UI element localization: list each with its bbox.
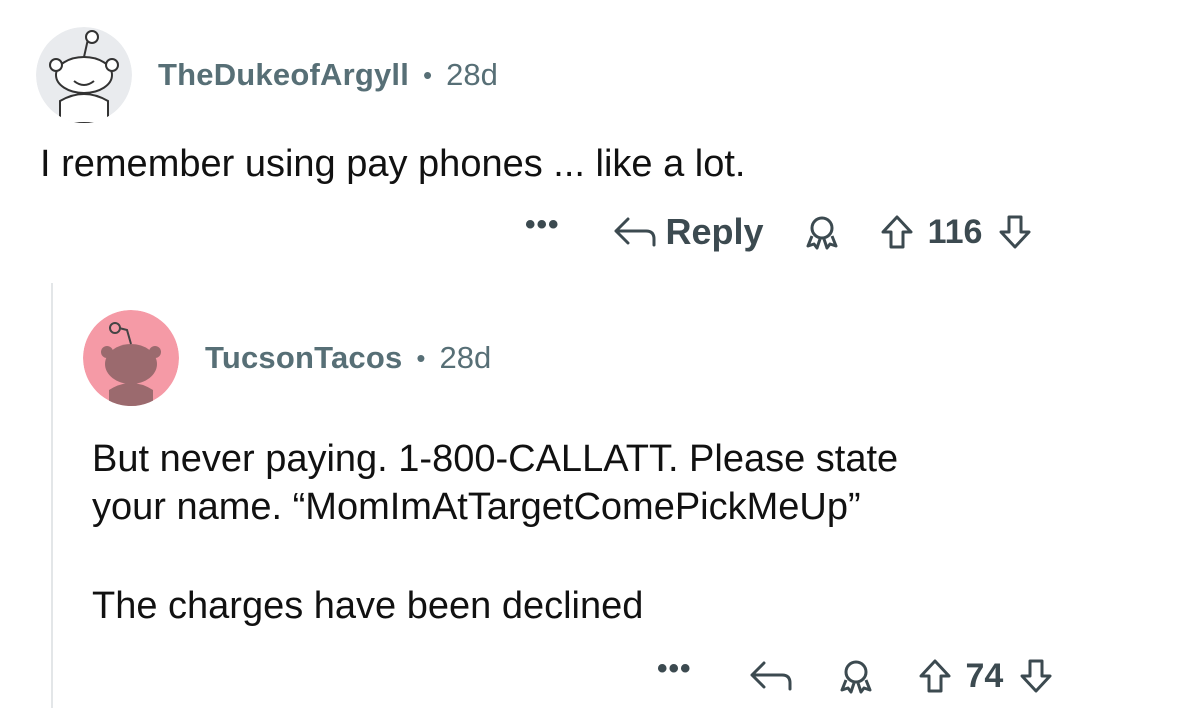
comment-1-actions: ••• Reply 116 [525,208,1032,256]
comment-1-header: TheDukeofArgyll • 28d [36,27,498,123]
award-button[interactable] [838,658,874,694]
reply-button[interactable] [748,659,794,693]
comment-2-actions: ••• 74 [657,652,1053,700]
award-icon [806,216,838,250]
comment-age: 28d [439,340,492,375]
reply-label: Reply [665,211,764,252]
reply-button[interactable]: Reply [612,211,764,253]
username[interactable]: TheDukeofArgyll [158,57,409,93]
snoo-avatar-icon [83,310,179,406]
comment-2-line-1: But never paying. 1-800-CALLATT. Please … [92,438,899,480]
upvote-button[interactable] [880,214,914,250]
downvote-arrow-icon [1020,659,1052,693]
more-options-button[interactable]: ••• [525,210,560,240]
downvote-arrow-icon [999,215,1031,249]
award-button[interactable] [804,214,840,250]
award-icon [840,660,872,694]
more-options-button[interactable]: ••• [657,654,692,684]
upvote-arrow-icon [881,215,913,249]
comment-2-line-2: your name. “MomImAtTargetComePickMeUp” [92,486,861,528]
downvote-button[interactable] [998,214,1032,250]
vote-score: 116 [927,212,983,251]
downvote-button[interactable] [1019,658,1053,694]
reply-arrow-icon [614,217,656,247]
avatar[interactable] [36,27,132,123]
upvote-button[interactable] [918,658,952,694]
separator-dot: • [423,59,433,90]
username[interactable]: TucsonTacos [205,340,402,376]
comment-age: 28d [446,57,498,92]
separator-dot: • [416,342,426,373]
upvote-arrow-icon [919,659,951,693]
snoo-avatar-icon [36,27,132,123]
vote-score: 74 [965,656,1004,695]
comment-1-body: I remember using pay phones ... like a l… [40,143,746,185]
reply-arrow-icon [750,661,792,691]
comment-2-header: TucsonTacos • 28d [83,310,491,406]
thread-line[interactable] [51,283,53,708]
avatar[interactable] [83,310,179,406]
comment-2-line-3: The charges have been declined [92,585,644,627]
